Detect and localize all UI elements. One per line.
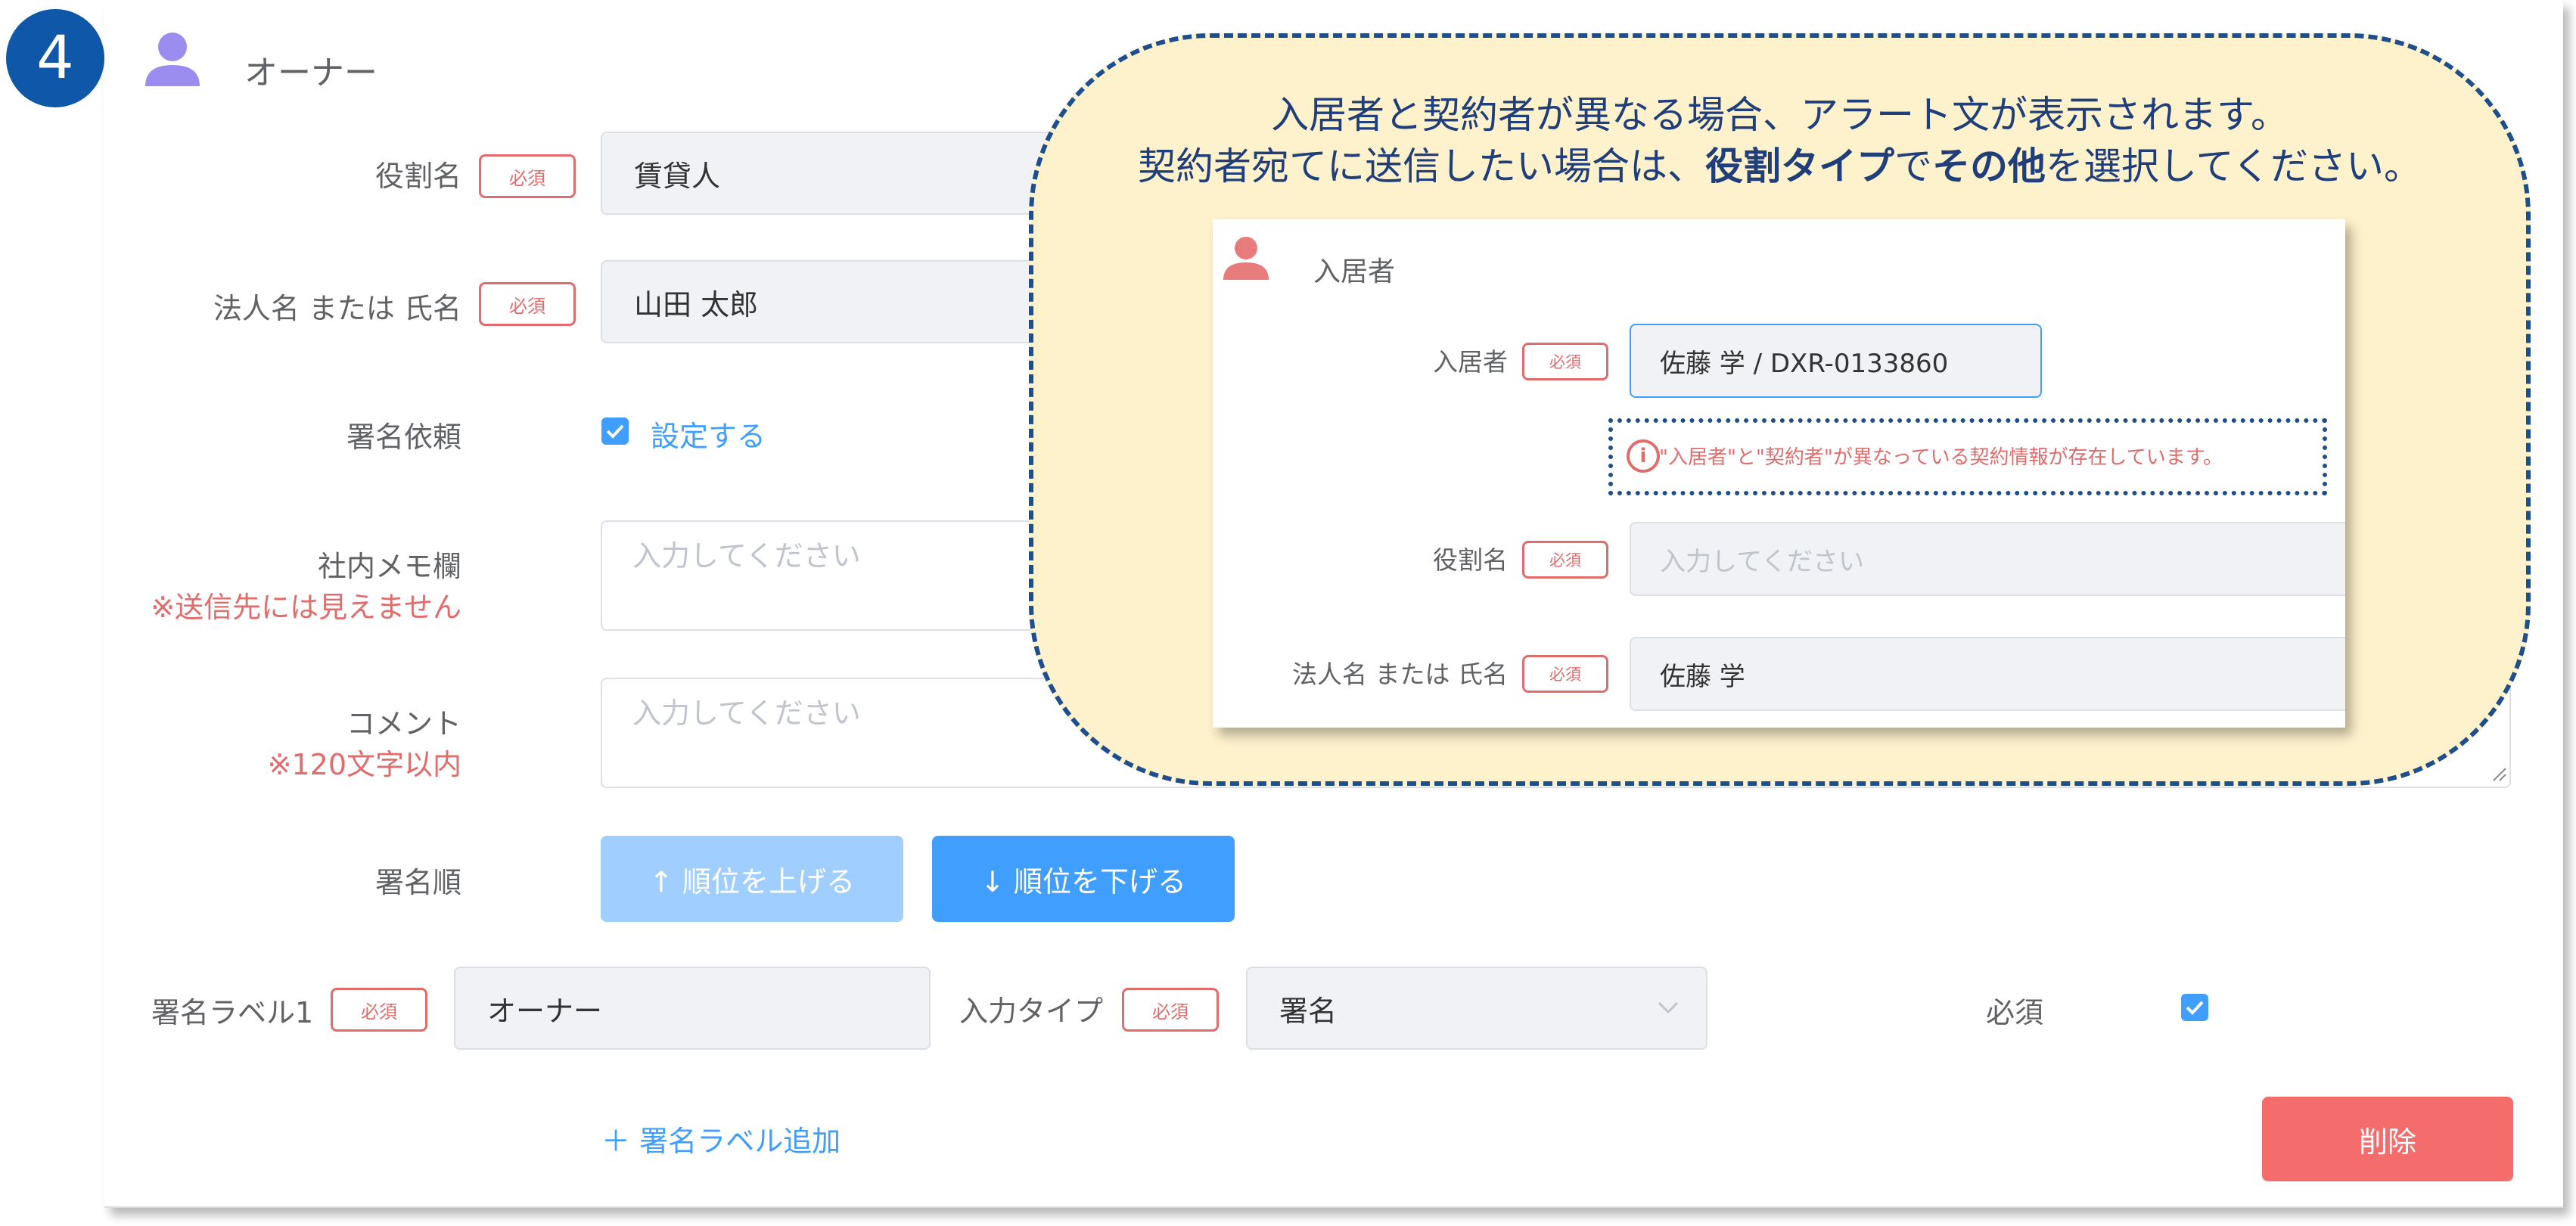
corp-name-input[interactable]: 佐藤 学: [1630, 637, 2345, 711]
comment-label: コメント: [346, 707, 461, 740]
required-badge: 必須: [331, 988, 427, 1032]
warning-message: "入居者"と"契約者"が異なっている契約情報が存在しています。: [1659, 446, 2223, 469]
callout-line-1: 入居者と契約者が異なる場合、アラート文が表示されます。: [1271, 93, 2289, 137]
callout-role-type-emphasis: 役割タイプ: [1705, 144, 1894, 188]
callout-line-2-mid: で: [1894, 144, 1932, 188]
callout-line-2-suffix: を選択してください。: [2046, 144, 2422, 188]
callout-line-2-prefix: 契約者宛てに送信したい場合は、: [1138, 144, 1705, 188]
sign-label-label: 署名ラベル1: [151, 996, 314, 1029]
step-number-badge: 4: [6, 9, 104, 107]
add-sign-label-link[interactable]: ＋ 署名ラベル追加: [601, 1118, 841, 1159]
role-name-label: 役割名: [374, 160, 461, 193]
required-toggle-checkbox[interactable]: [2181, 994, 2208, 1021]
callout-line-2: 契約者宛てに送信したい場合は、役割タイプでその他を選択してください。: [1029, 136, 2531, 191]
section-title-tenant: 入居者: [1313, 256, 1396, 287]
chevron-down-icon: [1657, 1000, 1680, 1015]
person-icon: [1222, 234, 1270, 281]
internal-memo-textarea[interactable]: 入力してください: [601, 520, 1070, 631]
sign-label-input[interactable]: オーナー: [454, 967, 931, 1050]
tenant-example-screenshot: 入居者 入居者 必須 佐藤 学 / DXR-0133860 i "入居者"と"契…: [1213, 219, 2345, 728]
section-title-owner: オーナー: [244, 54, 378, 92]
required-badge: 必須: [1522, 541, 1608, 579]
person-icon: [142, 30, 203, 88]
callout-other-emphasis: その他: [1932, 144, 2046, 188]
sign-request-label: 署名依頼: [346, 421, 461, 454]
corp-name-input[interactable]: 山田 太郎: [601, 260, 1070, 343]
input-type-label: 入力タイプ: [959, 995, 1104, 1028]
required-badge: 必須: [1122, 988, 1219, 1032]
resize-handle-icon[interactable]: [2489, 764, 2507, 782]
delete-button[interactable]: 削除: [2262, 1097, 2513, 1181]
input-type-select[interactable]: 署名: [1246, 967, 1707, 1050]
sign-request-checkbox-label[interactable]: 設定する: [651, 413, 766, 455]
sign-request-checkbox[interactable]: [601, 417, 629, 445]
required-badge: 必須: [1522, 343, 1608, 380]
comment-note: ※120文字以内: [267, 748, 461, 781]
required-badge: 必須: [479, 282, 576, 326]
move-up-button[interactable]: ↑ 順位を上げる: [601, 836, 903, 922]
required-toggle-label: 必須: [1986, 996, 2044, 1029]
role-name-label: 役割名: [1433, 545, 1508, 575]
required-badge: 必須: [479, 154, 576, 198]
move-down-button[interactable]: ↓ 順位を下げる: [932, 836, 1235, 922]
info-warning-icon: i: [1627, 439, 1660, 473]
tenant-input[interactable]: 佐藤 学 / DXR-0133860: [1630, 324, 2042, 398]
required-badge: 必須: [1522, 655, 1608, 693]
corp-name-label: 法人名 または 氏名: [1292, 660, 1508, 689]
internal-memo-note: ※送信先には見えません: [151, 591, 461, 624]
internal-memo-label: 社内メモ欄: [317, 550, 461, 583]
sign-order-label: 署名順: [374, 866, 461, 899]
corp-name-label: 法人名 または 氏名: [213, 292, 461, 325]
role-name-input[interactable]: 入力してください: [1630, 522, 2345, 596]
role-name-input[interactable]: 賃貸人: [601, 132, 1070, 215]
tenant-label: 入居者: [1433, 347, 1508, 377]
